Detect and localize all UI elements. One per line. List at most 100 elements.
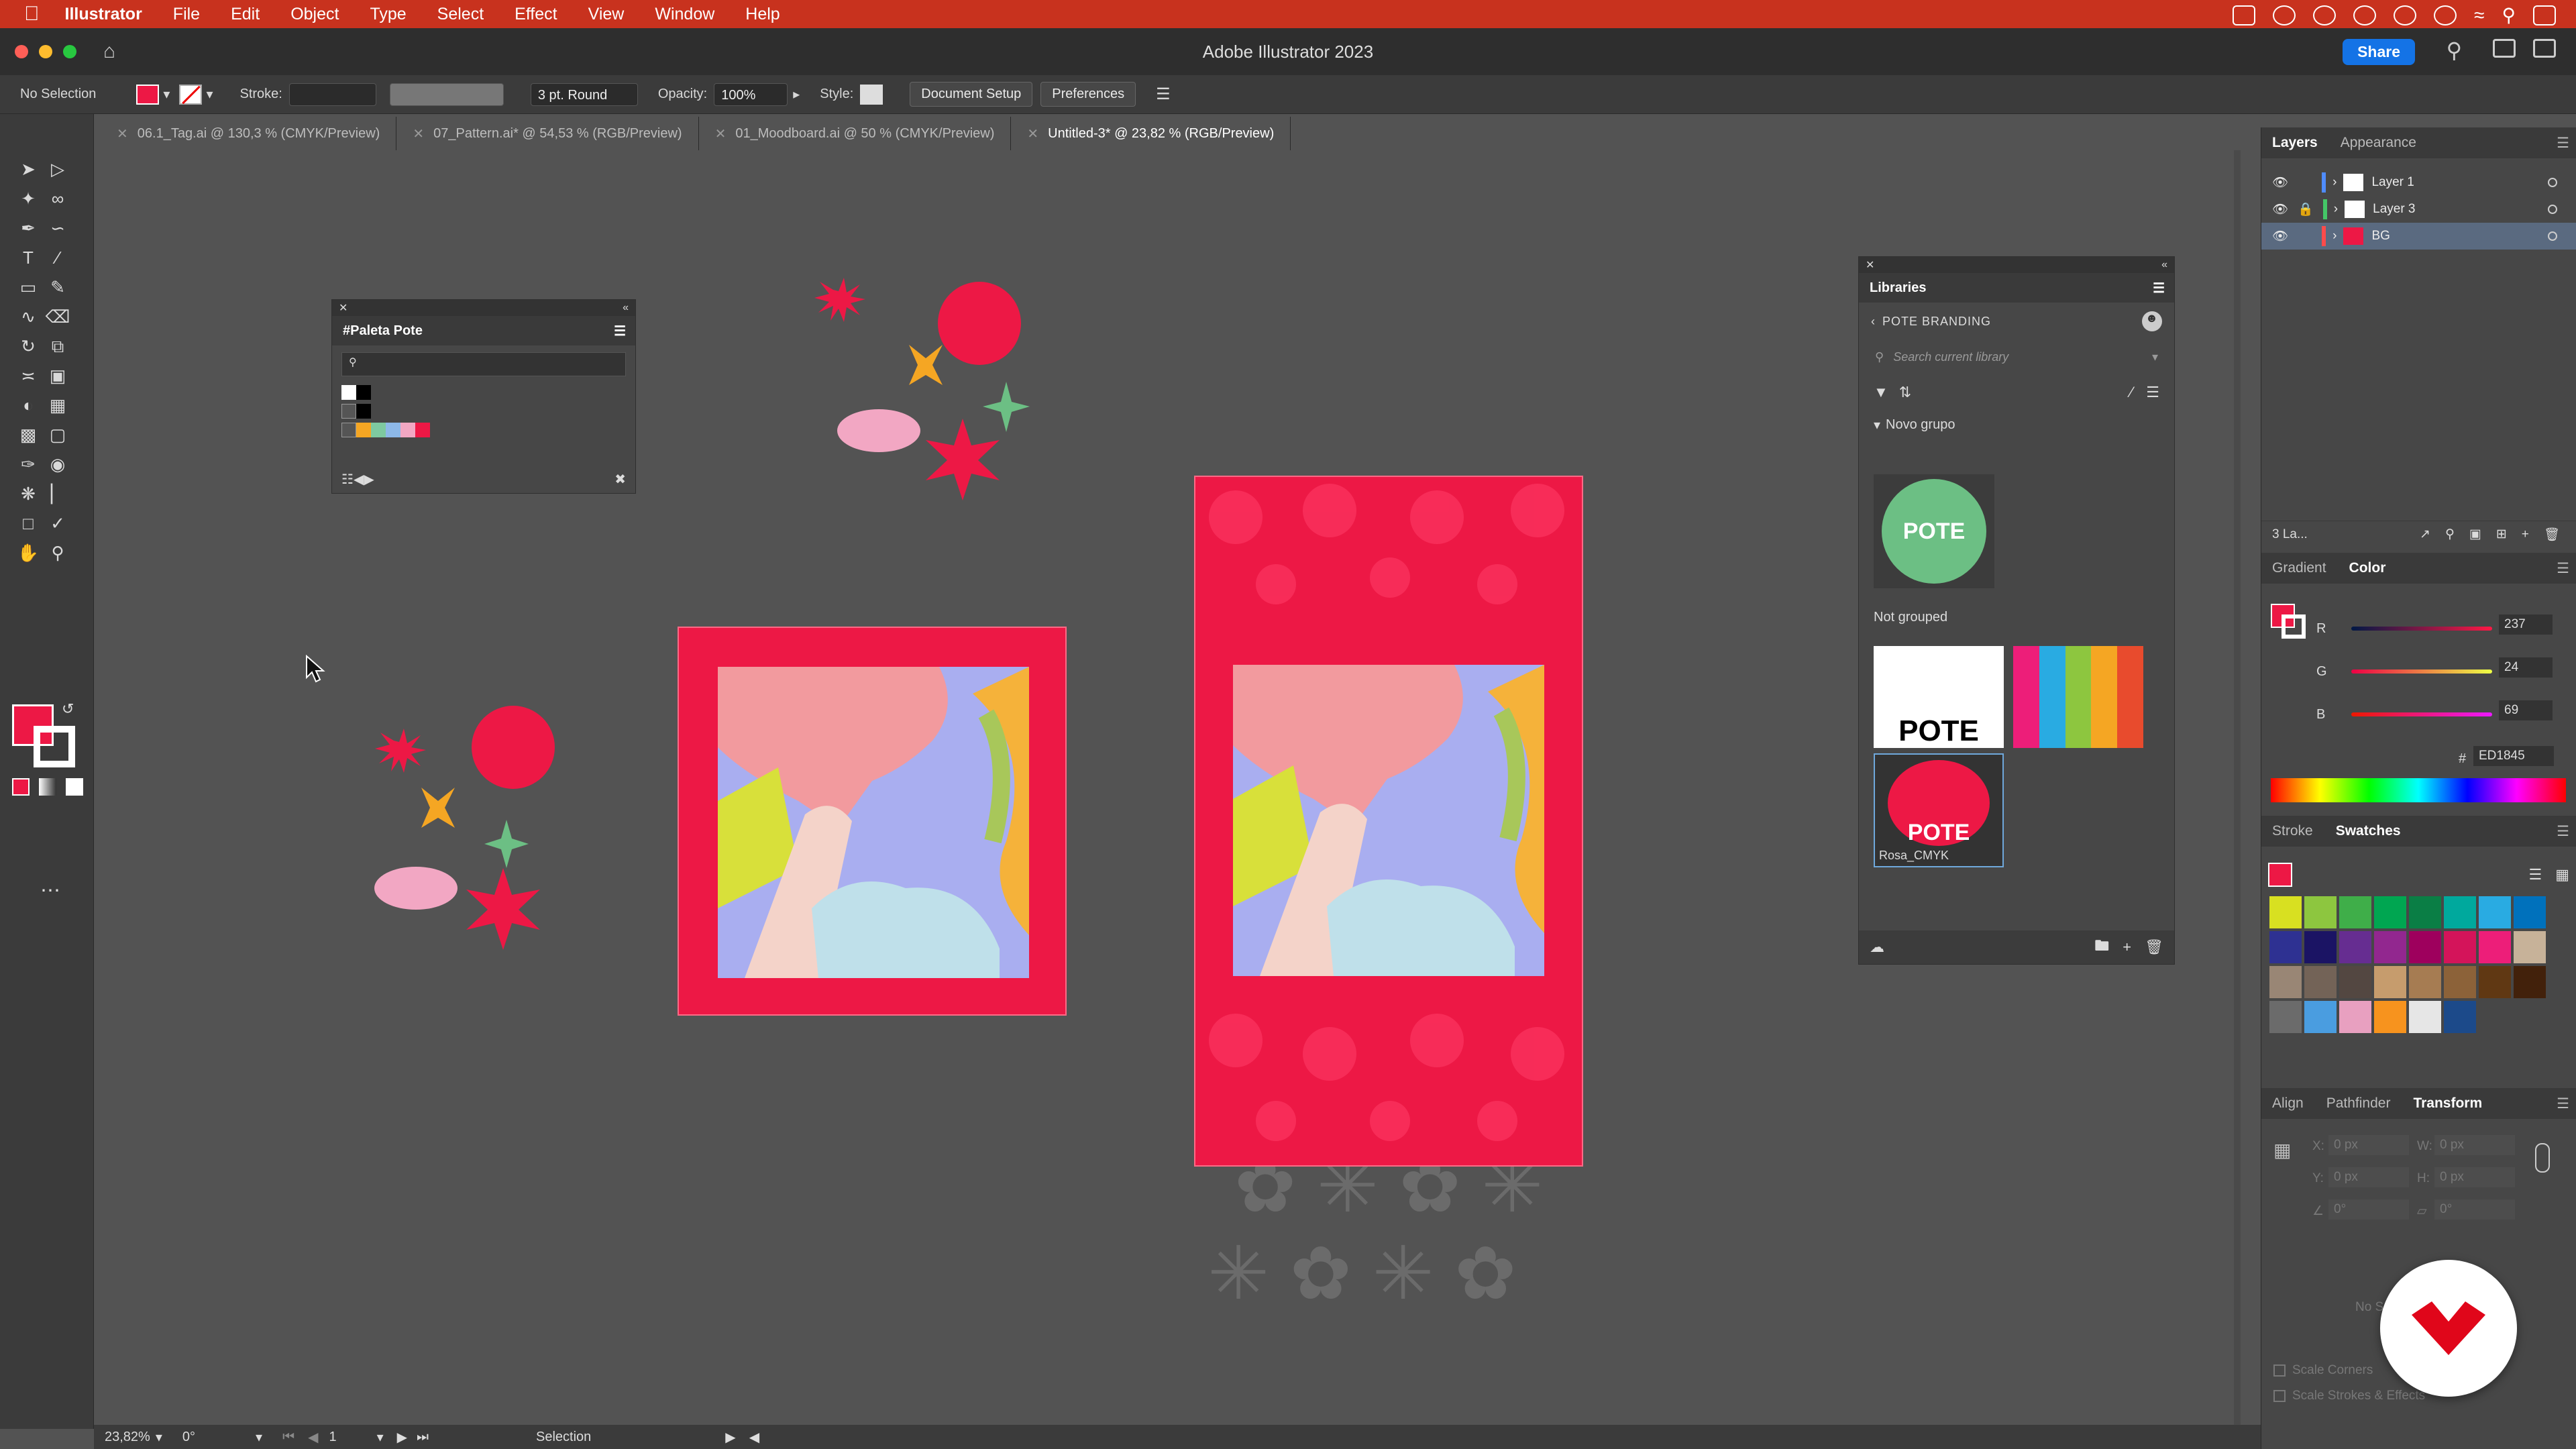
collapse-panel-icon[interactable]: « — [623, 302, 629, 314]
clipping-mask-icon[interactable]: ▣ — [2469, 527, 2481, 542]
preferences-button[interactable]: Preferences — [1040, 82, 1136, 107]
expand-chevron-icon[interactable]: › — [2334, 202, 2338, 217]
panel-layout-icon[interactable] — [2533, 39, 2556, 58]
magic-wand-tool-icon[interactable]: ✦ — [13, 184, 43, 213]
y-field[interactable]: 0 px — [2328, 1167, 2409, 1187]
next-icon[interactable]: ▶ — [364, 471, 374, 488]
color-swatch[interactable] — [2374, 1001, 2406, 1033]
menu-select[interactable]: Select — [437, 5, 484, 24]
last-artboard-icon[interactable]: ⏭ — [417, 1430, 429, 1445]
new-folder-icon[interactable]: 🖿 — [2094, 934, 2109, 960]
menu-help[interactable]: Help — [745, 5, 780, 24]
shaper-tool-icon[interactable]: ∿ — [13, 302, 43, 331]
color-swatch[interactable] — [2269, 931, 2302, 963]
rotation-view[interactable]: 0° — [182, 1430, 195, 1445]
scale-tool-icon[interactable]: ⧉ — [43, 332, 72, 362]
panel-menu-icon[interactable]: ☰ — [2557, 823, 2569, 840]
target-icon[interactable] — [2548, 231, 2557, 241]
close-tab-icon[interactable]: ✕ — [413, 125, 424, 142]
chevron-left-icon[interactable]: ◀ — [749, 1429, 759, 1446]
workspace-icon[interactable] — [2493, 39, 2516, 58]
airdrop-icon[interactable] — [2434, 5, 2457, 25]
document-setup-button[interactable]: Document Setup — [910, 82, 1033, 107]
visibility-eye-icon[interactable]: 👁 — [2272, 174, 2288, 191]
chevron-down-icon[interactable]: ▾ — [206, 86, 213, 103]
stroke-weight-field[interactable] — [288, 83, 376, 106]
collect-export-icon[interactable]: ↗ — [2420, 527, 2430, 542]
constrain-proportions-icon[interactable] — [2535, 1143, 2550, 1173]
chevron-right-icon[interactable]: ▶ — [725, 1429, 735, 1446]
close-panel-icon[interactable]: ✕ — [1866, 258, 1874, 272]
dropbox-icon[interactable] — [2353, 5, 2377, 25]
color-swatch[interactable] — [415, 423, 430, 437]
color-swatch[interactable] — [2409, 931, 2441, 963]
previous-artboard-icon[interactable]: ◀ — [308, 1429, 318, 1446]
hand-tool-icon[interactable]: ✋ — [13, 539, 43, 568]
swap-fill-stroke-icon[interactable]: ↺ — [62, 700, 74, 718]
column-graph-tool-icon[interactable]: ▏ — [43, 480, 72, 509]
tab-gradient[interactable]: Gradient — [2272, 560, 2326, 576]
g-slider[interactable] — [2351, 669, 2492, 674]
tab-pathfinder[interactable]: Pathfinder — [2326, 1095, 2391, 1112]
filter-icon[interactable]: ▼ — [1874, 384, 1888, 401]
color-swatch[interactable] — [400, 423, 415, 437]
delete-swatch-icon[interactable]: ✖ — [614, 471, 626, 488]
minimize-window-icon[interactable] — [39, 45, 52, 58]
color-swatch[interactable] — [2339, 966, 2371, 998]
color-swatch[interactable] — [2374, 966, 2406, 998]
arrange-icon[interactable]: ☰ — [1156, 85, 1171, 104]
h-field[interactable]: 0 px — [2434, 1167, 2515, 1187]
color-swatch[interactable] — [2374, 896, 2406, 928]
tab-07-pattern[interactable]: ✕ 07_Pattern.ai* @ 54,53 % (RGB/Preview) — [396, 117, 699, 150]
color-spectrum[interactable] — [2271, 778, 2566, 802]
stroke-swatch[interactable] — [34, 726, 75, 767]
w-field[interactable]: 0 px — [2434, 1135, 2515, 1155]
b-slider[interactable] — [2351, 712, 2492, 716]
rectangle-tool-icon[interactable]: ▭ — [13, 272, 43, 302]
color-swatch[interactable] — [2269, 1001, 2302, 1033]
close-tab-icon[interactable]: ✕ — [117, 125, 128, 142]
collapse-panel-icon[interactable]: « — [2161, 259, 2167, 271]
tab-stroke[interactable]: Stroke — [2272, 823, 2313, 839]
layer-row[interactable]: 👁 🔒 › Layer 3 — [2261, 196, 2576, 223]
selection-tool-icon[interactable]: ➤ — [13, 154, 43, 184]
vertical-scrollbar[interactable] — [2234, 150, 2241, 1425]
fill-color-swatch[interactable] — [136, 84, 160, 105]
menu-window[interactable]: Window — [655, 5, 714, 24]
visibility-eye-icon[interactable]: 👁 — [2272, 228, 2288, 244]
wifi-icon[interactable]: ≈ — [2474, 5, 2484, 26]
library-search-input[interactable]: ⚲ Search current library ▾ — [1868, 340, 2165, 374]
menu-type[interactable]: Type — [370, 5, 406, 24]
artboard-tall[interactable] — [1194, 476, 1583, 1167]
zoom-level[interactable]: 23,82% — [105, 1430, 150, 1445]
color-swatch[interactable] — [2339, 1001, 2371, 1033]
chevron-down-icon[interactable]: ▾ — [2152, 350, 2158, 364]
layer-name[interactable]: Layer 1 — [2371, 175, 2414, 190]
curvature-tool-icon[interactable]: ∽ — [43, 213, 72, 243]
mesh-tool-icon[interactable]: ▩ — [13, 421, 43, 450]
eyedropper-tool-icon[interactable]: ✑ — [13, 450, 43, 480]
group-by-icon[interactable]: ⁄ — [2131, 384, 2133, 401]
opacity-field[interactable]: 100% — [714, 83, 788, 106]
chevron-down-icon[interactable]: ▾ — [163, 86, 170, 103]
artboard-tool-icon[interactable]: □ — [13, 509, 43, 539]
gradient-tool-icon[interactable]: ▢ — [43, 421, 72, 450]
color-swatch[interactable] — [2304, 966, 2337, 998]
brush-definition-field[interactable]: 3 pt. Round — [530, 83, 638, 106]
direct-selection-tool-icon[interactable]: ▷ — [43, 154, 72, 184]
spotlight-search-icon[interactable]: ⚲ — [2502, 4, 2516, 26]
library-asset-color-theme[interactable] — [2013, 646, 2143, 748]
none-mode-icon[interactable] — [66, 778, 83, 796]
trash-icon[interactable]: 🗑 — [2145, 938, 2163, 956]
color-swatch[interactable] — [2304, 896, 2337, 928]
target-icon[interactable] — [2548, 178, 2557, 187]
free-transform-tool-icon[interactable]: ▣ — [43, 362, 72, 391]
color-swatch[interactable] — [2374, 931, 2406, 963]
color-swatch[interactable] — [2479, 931, 2511, 963]
fill-swatch[interactable] — [2268, 863, 2292, 887]
black-swatch[interactable] — [356, 385, 371, 400]
hex-value-field[interactable]: ED1845 — [2473, 746, 2554, 766]
g-value-field[interactable]: 24 — [2499, 657, 2553, 678]
warp-tool-icon[interactable]: ≍ — [13, 362, 43, 391]
tab-transform[interactable]: Transform — [2413, 1095, 2482, 1112]
